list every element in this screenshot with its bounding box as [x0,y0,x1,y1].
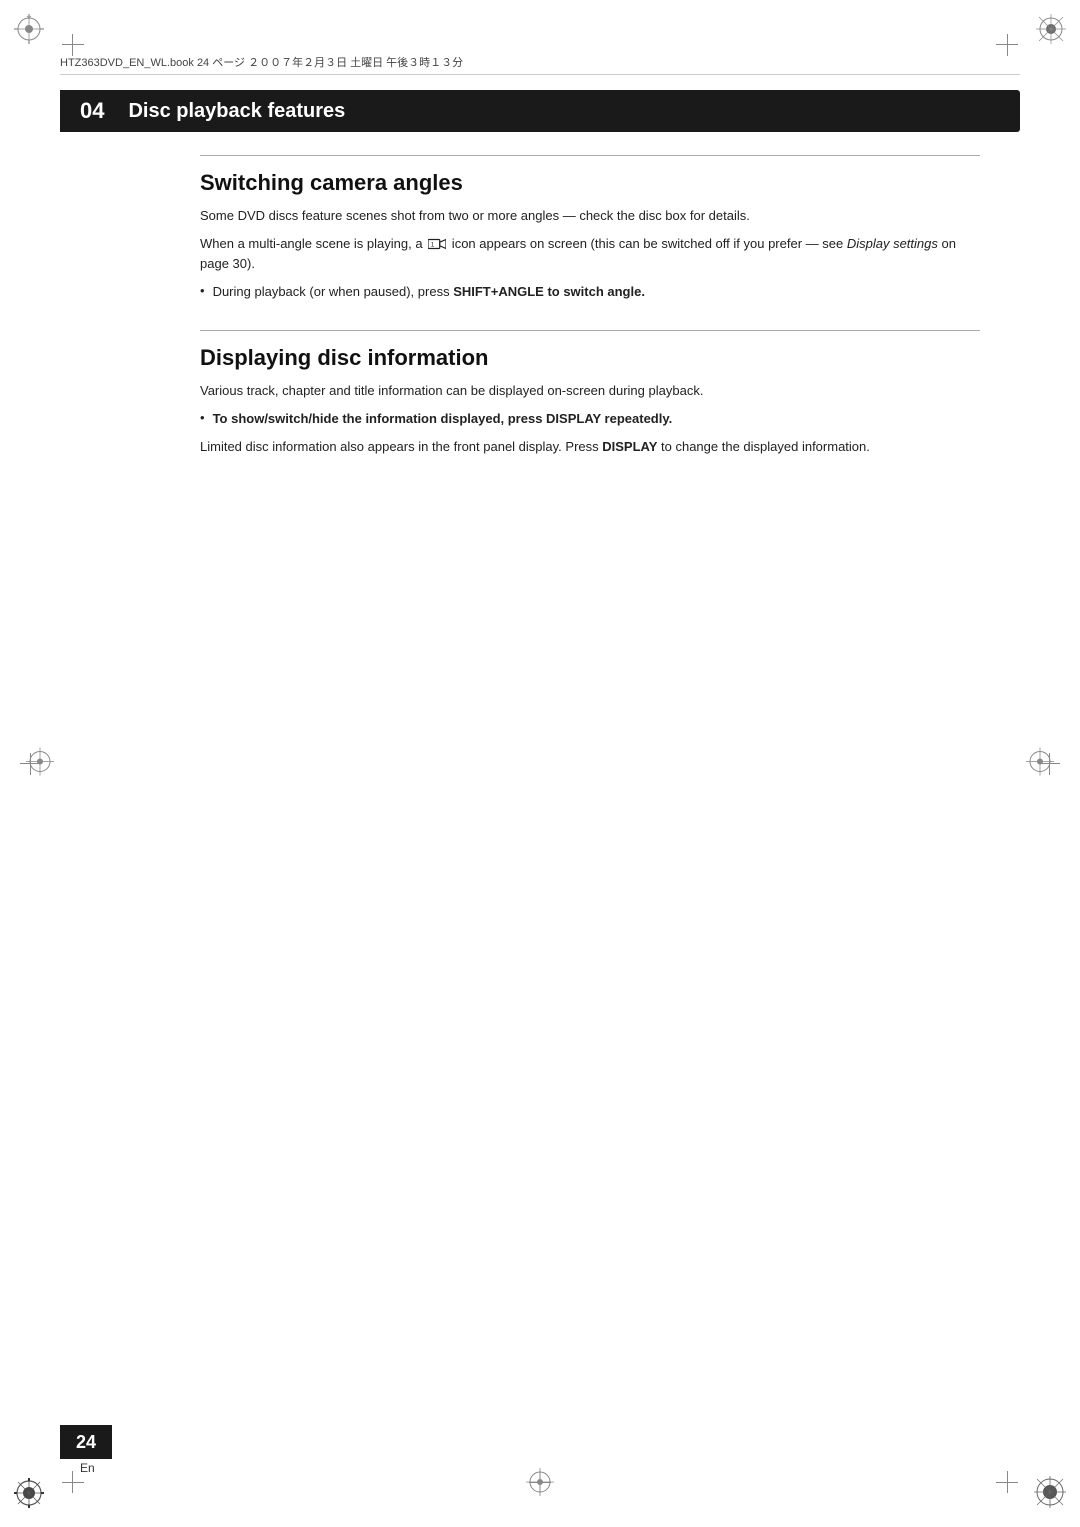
disc-info-sub-para-text: Limited disc information also appears in… [200,437,980,457]
camera-para-1-text: Some DVD discs feature scenes shot from … [200,208,750,223]
crop-mark-tr-v [1007,34,1008,56]
crop-mark-bl-h [62,1482,84,1483]
bottom-center-mark [526,1468,554,1501]
crop-mark-tl-v [72,34,73,56]
crop-mark-bl-v [72,1471,73,1493]
corner-mark-tl [14,14,44,49]
left-mid-mark [26,747,54,780]
disc-info-sub-para: Limited disc information also appears in… [200,437,980,457]
section-switching-camera-angles: Switching camera angles Some DVD discs f… [200,155,980,302]
lang-label: En [80,1461,95,1475]
page: HTZ363DVD_EN_WL.book 24 ページ ２００７年２月３日 土曜… [0,0,1080,1527]
camera-para-2: When a multi-angle scene is playing, a 1… [200,234,980,274]
section-title-camera-angles: Switching camera angles [200,170,980,196]
section-body-camera-angles: Some DVD discs feature scenes shot from … [200,206,980,274]
bullet-dot-2: • [200,410,205,425]
disc-info-para-1: Various track, chapter and title informa… [200,381,980,401]
camera-angle-icon: 1 [428,237,446,251]
camera-bullet-strong: SHIFT+ANGLE to switch angle. [453,284,645,299]
content-area: Switching camera angles Some DVD discs f… [200,155,980,485]
corner-mark-br [1034,1476,1066,1513]
header-bar: 04 Disc playback features [60,90,1020,132]
header-title: Disc playback features [120,100,345,123]
page-number-box: 24 [60,1425,112,1459]
section-title-disc-info: Displaying disc information [200,345,980,371]
corner-mark-bl [14,1478,44,1513]
svg-text:1: 1 [431,241,435,248]
disc-info-bullet: • To show/switch/hide the information di… [200,409,980,429]
disc-info-bullet-strong: To show/switch/hide the information disp… [213,411,673,426]
crop-mark-br-v [1007,1471,1008,1493]
page-lang: En [80,1461,95,1475]
bullet-dot-1: • [200,283,205,298]
chapter-number: 04 [60,90,120,132]
display-settings-link: Display settings [847,236,938,251]
camera-bullet: • During playback (or when paused), pres… [200,282,980,302]
disc-info-para-1-text: Various track, chapter and title informa… [200,383,703,398]
section-body-disc-info: Various track, chapter and title informa… [200,381,980,401]
page-number: 24 [76,1432,96,1453]
corner-mark-tr [1036,14,1066,49]
display-bold: DISPLAY [602,439,657,454]
camera-para-1: Some DVD discs feature scenes shot from … [200,206,980,226]
metadata-line: HTZ363DVD_EN_WL.book 24 ページ ２００７年２月３日 土曜… [60,54,1020,75]
crop-mark-tl-h [62,44,84,45]
camera-bullet-text: During playback (or when paused), press … [213,282,645,302]
disc-info-bullet-text: To show/switch/hide the information disp… [213,409,673,429]
right-mid-mark [1026,747,1054,780]
section-displaying-disc-information: Displaying disc information Various trac… [200,330,980,457]
metadata-text: HTZ363DVD_EN_WL.book 24 ページ ２００７年２月３日 土曜… [60,57,463,69]
